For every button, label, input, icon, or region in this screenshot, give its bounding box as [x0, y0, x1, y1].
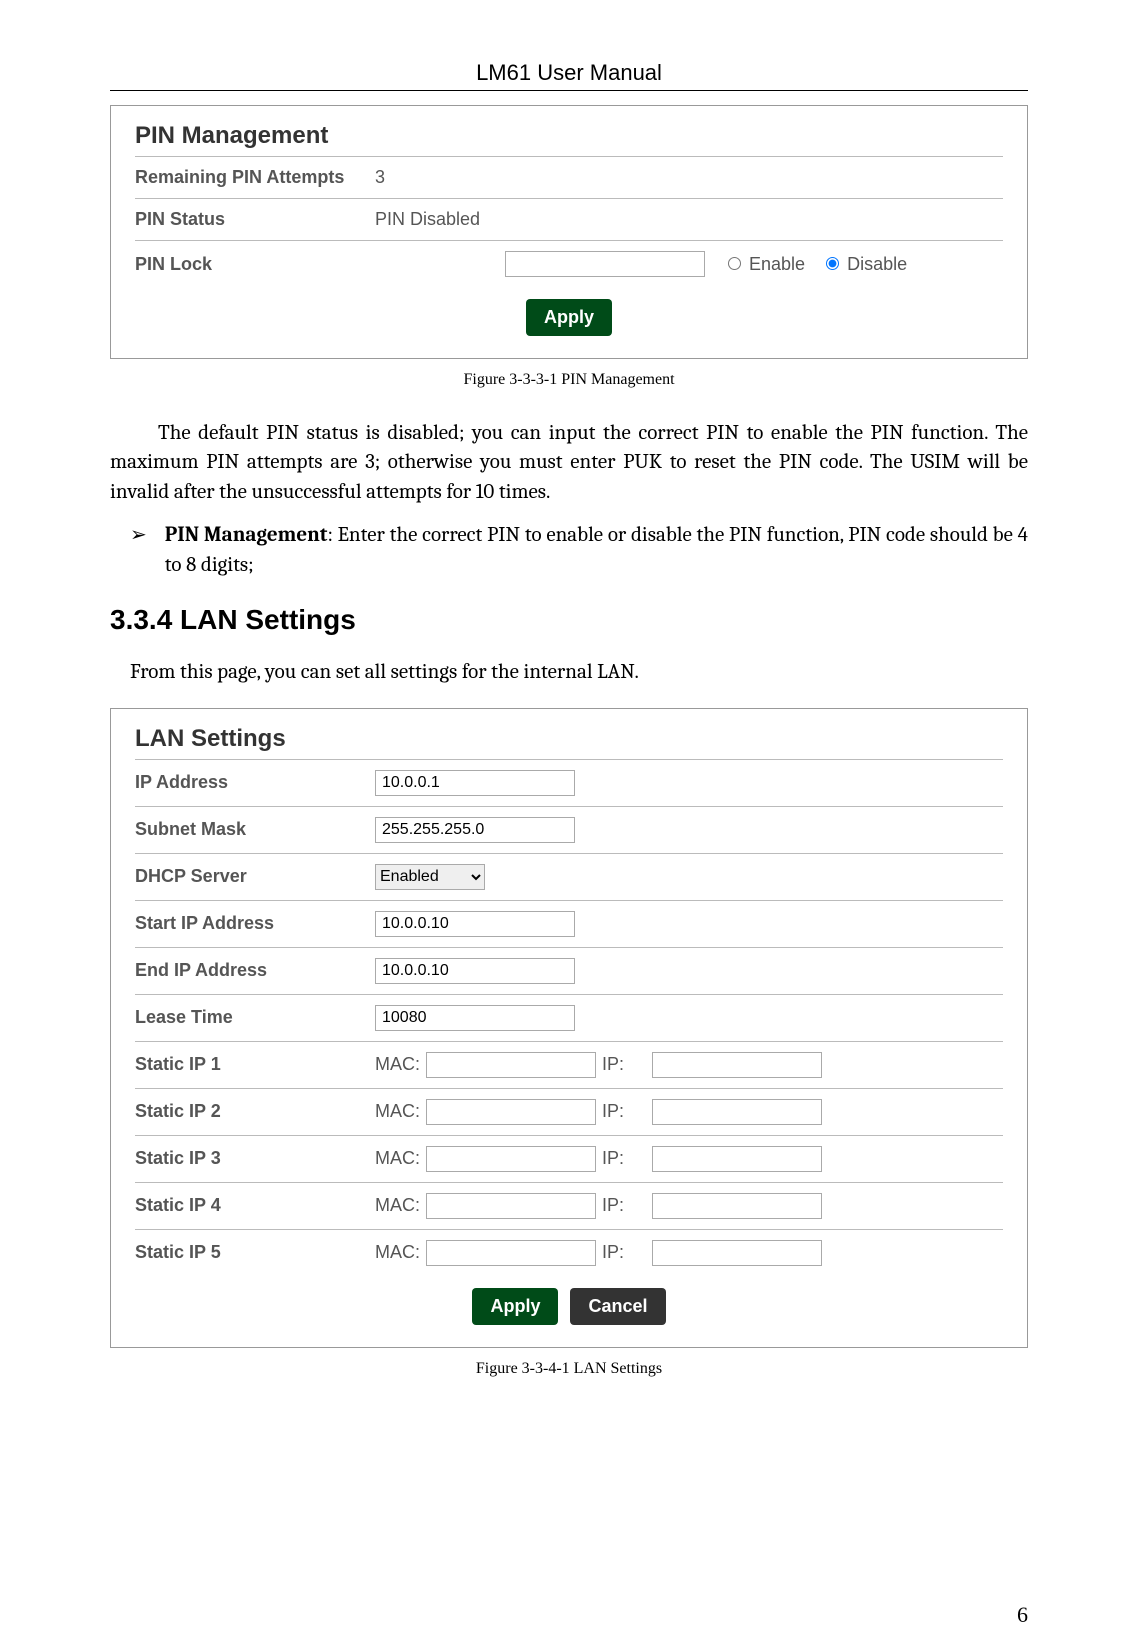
lan-row-static3: Static IP 3 MAC: IP: [135, 1135, 1003, 1182]
pin-description-paragraph: The default PIN status is disabled; you … [110, 419, 1028, 507]
static-ip4-mac-input[interactable] [426, 1193, 596, 1219]
static-ip2-ip-input[interactable] [652, 1099, 822, 1125]
pin-row-status: PIN Status PIN Disabled [135, 198, 1003, 240]
end-ip-input[interactable] [375, 958, 575, 984]
static-ip1-mac-input[interactable] [426, 1052, 596, 1078]
end-ip-label: End IP Address [135, 960, 375, 981]
pin-lock-label: PIN Lock [135, 254, 375, 275]
static-ip1-ip-label: IP: [602, 1054, 646, 1075]
lan-row-lease: Lease Time [135, 994, 1003, 1041]
subnet-mask-label: Subnet Mask [135, 819, 375, 840]
dhcp-server-select[interactable]: Enabled [375, 864, 485, 890]
static-ip4-ip-input[interactable] [652, 1193, 822, 1219]
title-rule [110, 90, 1028, 91]
page-title: LM61 User Manual [110, 60, 1028, 86]
lan-row-mask: Subnet Mask [135, 806, 1003, 853]
pin-apply-button[interactable]: Apply [526, 299, 612, 336]
lan-description-paragraph: From this page, you can set all settings… [110, 660, 1028, 684]
static-ip1-ip-input[interactable] [652, 1052, 822, 1078]
static-ip3-mac-label: MAC: [375, 1148, 420, 1169]
static-ip2-mac-input[interactable] [426, 1099, 596, 1125]
static-ip4-ip-label: IP: [602, 1195, 646, 1216]
static-ip3-ip-input[interactable] [652, 1146, 822, 1172]
static-ip3-mac-input[interactable] [426, 1146, 596, 1172]
lan-apply-button[interactable]: Apply [472, 1288, 558, 1325]
static-ip3-label: Static IP 3 [135, 1148, 375, 1169]
pin-status-value: PIN Disabled [375, 209, 480, 230]
static-ip1-label: Static IP 1 [135, 1054, 375, 1075]
pin-status-label: PIN Status [135, 209, 375, 230]
pin-lock-disable-label: Disable [847, 254, 907, 274]
lan-row-static4: Static IP 4 MAC: IP: [135, 1182, 1003, 1229]
lan-panel-title: LAN Settings [135, 725, 1003, 753]
subnet-mask-input[interactable] [375, 817, 575, 843]
remaining-attempts-label: Remaining PIN Attempts [135, 167, 375, 188]
lan-row-dhcp: DHCP Server Enabled [135, 853, 1003, 900]
static-ip5-label: Static IP 5 [135, 1242, 375, 1263]
static-ip5-mac-input[interactable] [426, 1240, 596, 1266]
lan-row-static1: Static IP 1 MAC: IP: [135, 1041, 1003, 1088]
pin-lock-enable-option[interactable]: Enable [723, 254, 805, 275]
lan-row-static2: Static IP 2 MAC: IP: [135, 1088, 1003, 1135]
pin-lock-disable-radio[interactable] [826, 257, 839, 270]
pin-panel-title: PIN Management [135, 122, 1003, 150]
static-ip3-ip-label: IP: [602, 1148, 646, 1169]
start-ip-input[interactable] [375, 911, 575, 937]
ip-address-input[interactable] [375, 770, 575, 796]
pin-figure-caption: Figure 3-3-3-1 PIN Management [110, 371, 1028, 389]
static-ip4-label: Static IP 4 [135, 1195, 375, 1216]
section-heading-lan: 3.3.4 LAN Settings [110, 604, 1028, 636]
static-ip5-ip-input[interactable] [652, 1240, 822, 1266]
bullet-arrow-icon: ➢ [130, 521, 147, 580]
pin-management-bullet: ➢ PIN Management: Enter the correct PIN … [110, 521, 1028, 580]
remaining-attempts-value: 3 [375, 167, 385, 188]
start-ip-label: Start IP Address [135, 913, 375, 934]
lan-settings-panel: LAN Settings IP Address Subnet Mask DHCP… [110, 708, 1028, 1348]
bullet-title: PIN Management [165, 523, 328, 547]
lan-cancel-button[interactable]: Cancel [570, 1288, 665, 1325]
static-ip2-ip-label: IP: [602, 1101, 646, 1122]
static-ip2-label: Static IP 2 [135, 1101, 375, 1122]
lan-row-ip: IP Address [135, 759, 1003, 806]
page-number: 6 [1017, 1602, 1028, 1628]
lan-row-static5: Static IP 5 MAC: IP: [135, 1229, 1003, 1276]
dhcp-server-label: DHCP Server [135, 866, 375, 887]
pin-lock-input[interactable] [505, 251, 705, 277]
static-ip5-mac-label: MAC: [375, 1242, 420, 1263]
static-ip2-mac-label: MAC: [375, 1101, 420, 1122]
static-ip1-mac-label: MAC: [375, 1054, 420, 1075]
pin-lock-disable-option[interactable]: Disable [821, 254, 907, 275]
lan-figure-caption: Figure 3-3-4-1 LAN Settings [110, 1360, 1028, 1378]
static-ip5-ip-label: IP: [602, 1242, 646, 1263]
pin-lock-enable-radio[interactable] [728, 257, 741, 270]
lease-time-input[interactable] [375, 1005, 575, 1031]
pin-row-lock: PIN Lock Enable Disable [135, 240, 1003, 287]
lan-row-start-ip: Start IP Address [135, 900, 1003, 947]
pin-lock-enable-label: Enable [749, 254, 805, 274]
pin-management-panel: PIN Management Remaining PIN Attempts 3 … [110, 105, 1028, 359]
lan-row-end-ip: End IP Address [135, 947, 1003, 994]
pin-row-remaining: Remaining PIN Attempts 3 [135, 156, 1003, 198]
static-ip4-mac-label: MAC: [375, 1195, 420, 1216]
lease-time-label: Lease Time [135, 1007, 375, 1028]
ip-address-label: IP Address [135, 772, 375, 793]
